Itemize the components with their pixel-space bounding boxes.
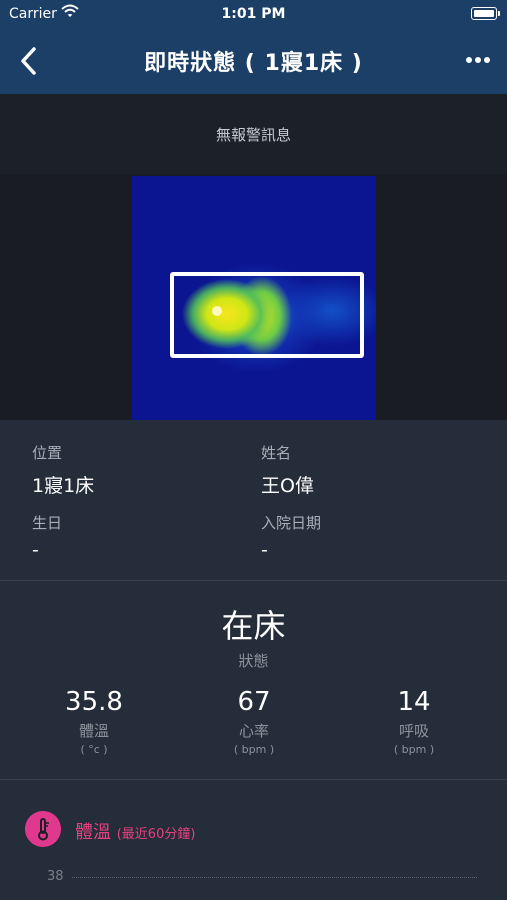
heart-rate-label: 心率 — [238, 722, 269, 740]
nav-bar: 即時狀態 ( 1寢1床 ) — [0, 28, 507, 94]
bed-state-value: 在床 — [221, 607, 286, 645]
bed-detection-box — [170, 272, 364, 358]
chart-gridline — [72, 877, 477, 878]
alert-banner: 無報警訊息 — [0, 94, 507, 174]
temperature-metric: 35.8 體溫 ( °c ) — [19, 687, 169, 756]
chart-title: 體溫 (最近60分鐘) — [75, 818, 195, 844]
heart-rate-unit: ( bpm ) — [233, 743, 275, 756]
more-icon[interactable] — [465, 55, 491, 65]
respiration-value: 14 — [397, 687, 431, 717]
position-value: 1寢1床 — [32, 475, 95, 497]
thermometer-icon — [25, 811, 61, 847]
patient-info: 位置 1寢1床 姓名 王O偉 生日 - 入院日期 - — [0, 420, 507, 580]
chevron-left-icon[interactable] — [14, 44, 44, 78]
admission-label: 入院日期 — [261, 514, 322, 532]
clock: 1:01 PM — [221, 6, 286, 22]
chart-title-text: 體溫 — [75, 822, 111, 843]
birthday-label: 生日 — [32, 514, 63, 532]
name-value: 王O偉 — [261, 475, 314, 497]
battery-icon — [471, 7, 500, 20]
y-axis-tick: 38 — [47, 869, 64, 884]
thermal-image — [132, 176, 376, 420]
camera-area — [0, 174, 507, 420]
birthday-value: - — [32, 539, 39, 561]
respiration-metric: 14 呼吸 ( bpm ) — [339, 687, 489, 756]
chart-subtitle: (最近60分鐘) — [116, 827, 196, 842]
status-bar: Carrier 1:01 PM — [0, 0, 507, 28]
bed-state-label: 狀態 — [238, 652, 269, 670]
page-title: 即時狀態 ( 1寢1床 ) — [144, 51, 363, 76]
admission-value: - — [261, 539, 268, 561]
status-panel: 在床 狀態 35.8 體溫 ( °c ) 67 心率 ( bpm ) 14 呼吸… — [0, 581, 507, 779]
alert-message: 無報警訊息 — [215, 126, 291, 144]
respiration-label: 呼吸 — [398, 722, 429, 740]
respiration-unit: ( bpm ) — [393, 743, 435, 756]
heart-rate-metric: 67 心率 ( bpm ) — [179, 687, 329, 756]
position-label: 位置 — [32, 444, 63, 462]
heart-rate-value: 67 — [237, 687, 271, 717]
name-label: 姓名 — [261, 444, 292, 462]
temperature-value: 35.8 — [65, 687, 123, 717]
temperature-label: 體溫 — [78, 722, 109, 740]
temperature-chart: 體溫 (最近60分鐘) 38 — [0, 780, 507, 900]
temperature-unit: ( °c ) — [80, 743, 108, 756]
